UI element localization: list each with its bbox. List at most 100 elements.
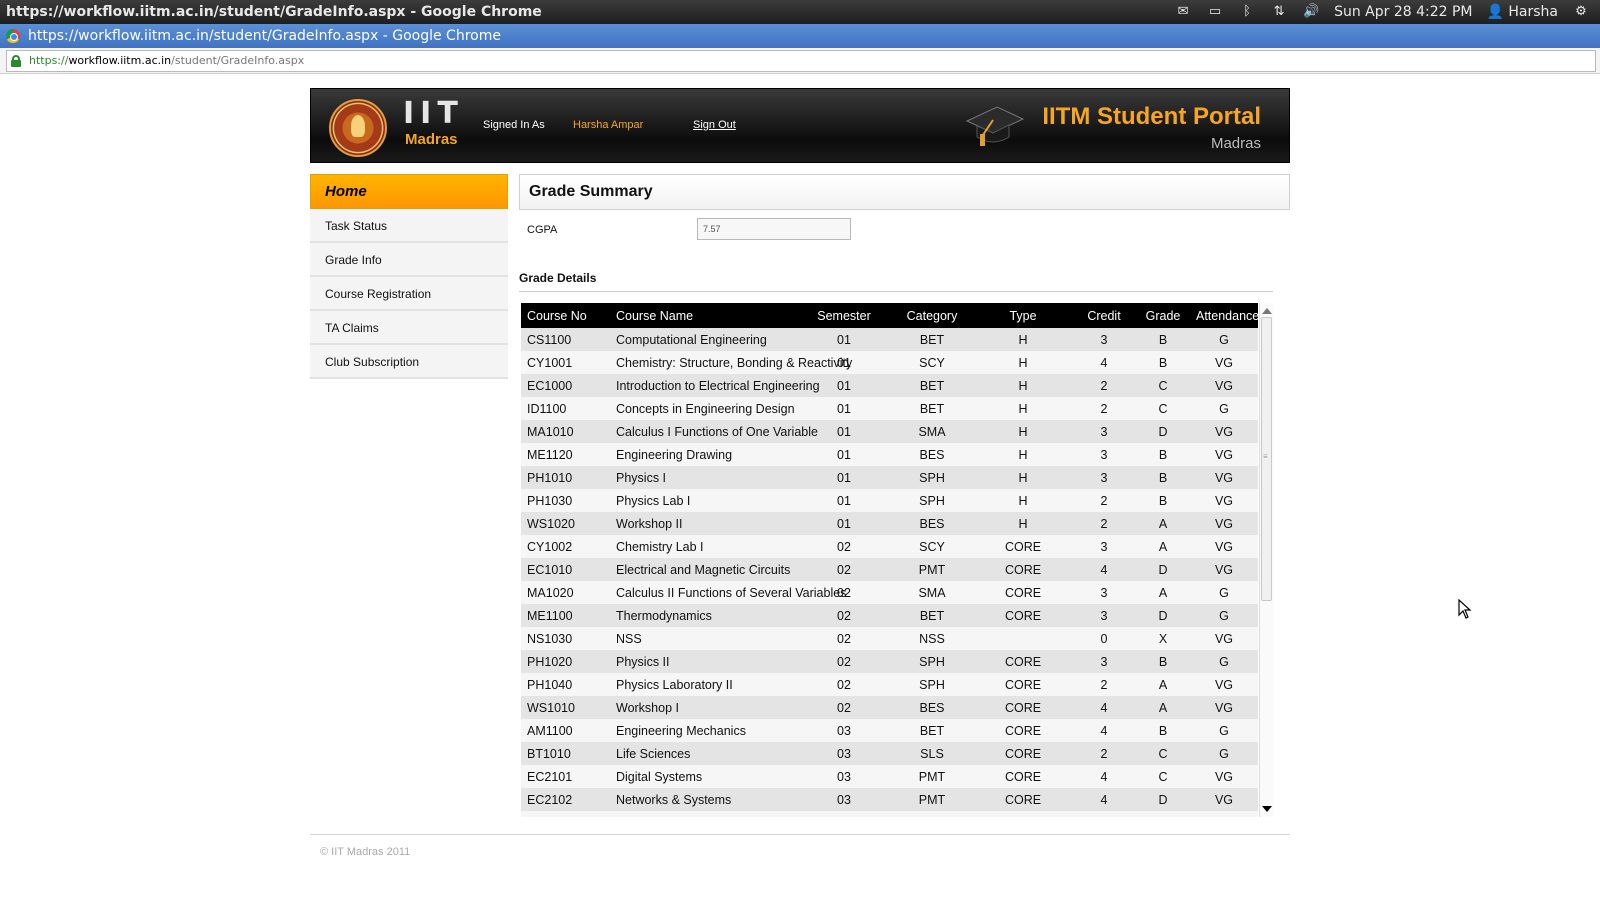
column-header-type[interactable]: Type: [974, 303, 1072, 328]
cell-attendance: VG: [1190, 489, 1258, 512]
cell-attendance: VG: [1190, 351, 1258, 374]
table-row[interactable]: PH1030 Physics Lab I 01 SPH H 2 B VG: [521, 489, 1258, 512]
table-row[interactable]: EE2100CAD Lab03PMLCORE2BVG: [521, 811, 1258, 817]
table-row[interactable]: PH1020 Physics II 02 SPH CORE 3 B G: [521, 650, 1258, 673]
clock[interactable]: Sun Apr 28 4:22 PM: [1334, 4, 1472, 20]
cell-course-no: BT1010: [521, 742, 610, 765]
cell-course-name: Engineering Drawing: [610, 443, 798, 466]
column-header-attendance[interactable]: Attendance: [1190, 303, 1259, 328]
table-row[interactable]: PH1010 Physics I 01 SPH H 3 B VG: [521, 466, 1258, 489]
scroll-down-arrow-icon[interactable]: [1262, 806, 1272, 812]
table-row[interactable]: CS1100 Computational Engineering 01 BET H 3 B G: [521, 328, 1258, 351]
cell-credit: 4: [1072, 765, 1136, 788]
table-row[interactable]: PH1040 Physics Laboratory II 02 SPH CORE 2 A VG: [521, 673, 1258, 696]
cell-semester: 02: [798, 650, 890, 673]
cell-attendance: G: [1190, 742, 1258, 765]
cell-grade: C: [1136, 397, 1190, 420]
cell-credit: 2: [1072, 512, 1136, 535]
grade-table-scroll[interactable]: Course No Course Name Semester Category …: [519, 303, 1273, 817]
cell-category: PMT: [890, 788, 974, 811]
cell-semester: 02: [798, 673, 890, 696]
cell-semester: 02: [798, 627, 890, 650]
sidebar-item-grade-info[interactable]: Grade Info: [310, 243, 508, 277]
column-header-category[interactable]: Category: [890, 303, 974, 328]
mouse-cursor-icon: [1458, 599, 1472, 619]
cell-semester: 03: [798, 788, 890, 811]
cell-grade: B: [1136, 328, 1190, 351]
cell-type: CORE: [974, 535, 1072, 558]
cell-semester: 01: [798, 328, 890, 351]
sign-out-link[interactable]: Sign Out: [693, 119, 736, 131]
cell-attendance: G: [1190, 397, 1258, 420]
os-top-panel: https://workflow.iitm.ac.in/student/Grad…: [0, 0, 1600, 24]
table-row[interactable]: AM1100 Engineering Mechanics 03 BET CORE 4 B G: [521, 719, 1258, 742]
cell-category: SPH: [890, 650, 974, 673]
sidebar-item-course-registration[interactable]: Course Registration: [310, 277, 508, 311]
sidebar-item-task-status[interactable]: Task Status: [310, 209, 508, 243]
network-icon[interactable]: ⇅: [1270, 5, 1288, 19]
footer-divider: [310, 834, 1290, 835]
cell-category: BES: [890, 696, 974, 719]
cell-category: SCY: [890, 351, 974, 374]
table-row[interactable]: MA1020 Calculus II Functions of Several V…: [521, 581, 1258, 604]
cell-semester: 02: [798, 604, 890, 627]
gear-icon[interactable]: ⚙: [1572, 5, 1590, 19]
table-row[interactable]: CY1001 Chemistry: Structure, Bonding & Re…: [521, 351, 1258, 374]
table-row[interactable]: ME1100 Thermodynamics 02 BET CORE 3 D G: [521, 604, 1258, 627]
table-row[interactable]: EC2102 Networks & Systems 03 PMT CORE 4 D VG: [521, 788, 1258, 811]
cell-grade: B: [1136, 650, 1190, 673]
cell-course-name: Concepts in Engineering Design: [610, 397, 798, 420]
battery-icon[interactable]: ▭: [1206, 5, 1224, 19]
sidebar-item-club-subscription[interactable]: Club Subscription: [310, 345, 508, 379]
mail-icon[interactable]: ✉: [1174, 5, 1192, 19]
vertical-scrollbar[interactable]: [1259, 303, 1273, 817]
column-header-course-name[interactable]: Course Name: [610, 303, 798, 328]
table-row[interactable]: WS1010 Workshop I 02 BES CORE 4 A VG: [521, 696, 1258, 719]
table-row[interactable]: EC1000 Introduction to Electrical Enginee…: [521, 374, 1258, 397]
footer-copyright: © IIT Madras 2011: [320, 846, 411, 858]
cell-attendance: G: [1190, 328, 1258, 351]
user-icon: 👤: [1486, 4, 1504, 20]
bluetooth-icon[interactable]: ᛒ: [1238, 5, 1256, 19]
column-header-course-no[interactable]: Course No: [521, 303, 610, 328]
cell-course-name: Calculus I Functions of One Variable: [610, 420, 818, 443]
volume-icon[interactable]: 🔊: [1302, 5, 1320, 19]
cell-course-name: Physics Lab I: [610, 489, 798, 512]
cell-type: CORE: [974, 696, 1072, 719]
table-row[interactable]: ME1120 Engineering Drawing 01 BES H 3 B VG: [521, 443, 1258, 466]
address-field[interactable]: https://workflow.iitm.ac.in/student/Grad…: [6, 49, 1596, 72]
user-menu[interactable]: 👤 Harsha: [1487, 4, 1559, 20]
table-row[interactable]: NS1030 NSS 02 NSS 0 X VG: [521, 627, 1258, 650]
column-header-credit[interactable]: Credit: [1072, 303, 1136, 328]
cell-semester: 03: [798, 719, 890, 742]
cgpa-field[interactable]: [697, 218, 851, 240]
column-header-grade[interactable]: Grade: [1136, 303, 1190, 328]
cell-course-no: ME1100: [521, 604, 610, 627]
table-row[interactable]: EC2101 Digital Systems 03 PMT CORE 4 C VG: [521, 765, 1258, 788]
sidebar-item-home[interactable]: Home: [310, 174, 508, 209]
scroll-up-arrow-icon[interactable]: [1262, 308, 1272, 314]
table-row[interactable]: ID1100 Concepts in Engineering Design 01 BE…: [521, 397, 1258, 420]
table-row[interactable]: WS1020 Workshop II 01 BES H 2 A VG: [521, 512, 1258, 535]
cell-semester: 01: [798, 466, 890, 489]
portal-container: IIT Madras Signed In As Harsha Ampar Sig…: [310, 88, 1290, 858]
table-row[interactable]: BT1010 Life Sciences 03 SLS CORE 2 C G: [521, 742, 1258, 765]
table-row[interactable]: MA1010 Calculus I Functions of One Variab…: [521, 420, 1258, 443]
header-banner: IIT Madras Signed In As Harsha Ampar Sig…: [310, 88, 1290, 163]
cell-course-name: Computational Engineering: [610, 328, 798, 351]
sidebar-item-ta-claims[interactable]: TA Claims: [310, 311, 508, 345]
table-row[interactable]: CY1002 Chemistry Lab I 02 SCY CORE 3 A VG: [521, 535, 1258, 558]
lock-icon[interactable]: [11, 54, 21, 67]
cell-category: SPH: [890, 673, 974, 696]
cell-grade: D: [1136, 604, 1190, 627]
iit-seal-logo: [329, 99, 387, 157]
cell-grade: C: [1136, 374, 1190, 397]
cell-type: CORE: [974, 673, 1072, 696]
cell-credit: 2: [1072, 742, 1136, 765]
scrollbar-thumb[interactable]: [1261, 317, 1272, 601]
cell-attendance: VG: [1190, 443, 1258, 466]
cell-type: H: [974, 443, 1072, 466]
column-header-semester[interactable]: Semester: [798, 303, 890, 328]
table-row[interactable]: EC1010 Electrical and Magnetic Circuits 02…: [521, 558, 1258, 581]
cell-credit: 2: [1072, 811, 1136, 817]
